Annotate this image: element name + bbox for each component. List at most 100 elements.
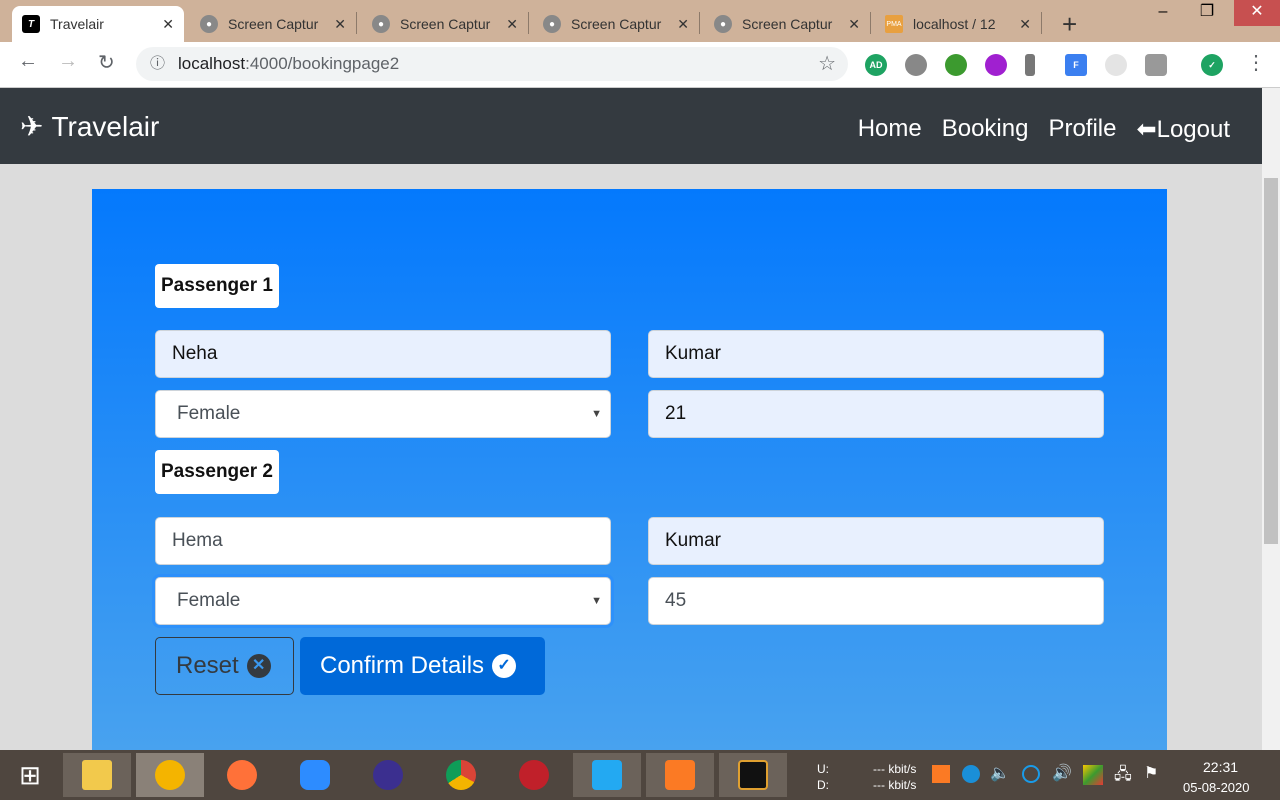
html-tree-extension-icon[interactable] (945, 54, 967, 76)
purple-extension-icon[interactable] (985, 54, 1007, 76)
close-window-button[interactable]: ✕ (1234, 0, 1280, 26)
gender-value: Female (177, 403, 241, 424)
passenger-2-label: Passenger 2 (155, 450, 279, 494)
new-tab-button[interactable]: + (1052, 6, 1087, 42)
grey-extension-icon[interactable] (1105, 54, 1127, 76)
gender-select[interactable]: Female ▼ (155, 390, 611, 438)
browser-app-icon[interactable] (136, 753, 204, 797)
dropdown-arrow-icon: ▼ (591, 595, 602, 607)
download-rate: --- kbit/s (873, 778, 917, 792)
tab-screen-capture[interactable]: ● Screen Captur ✕ (362, 6, 528, 42)
close-tab-icon[interactable]: ✕ (1019, 16, 1031, 33)
adguard-extension-icon[interactable]: AD (865, 54, 887, 76)
confirm-details-button[interactable]: Confirm Details ✓ (300, 637, 545, 695)
shield-extension-icon[interactable]: ✓ (1201, 54, 1223, 76)
nav-home[interactable]: Home (858, 115, 922, 144)
terminal-icon[interactable] (719, 753, 787, 797)
close-tab-icon[interactable]: ✕ (506, 16, 518, 33)
scrollbar-thumb[interactable] (1264, 178, 1278, 544)
tab-label: Screen Captur (400, 16, 491, 32)
app-icon[interactable] (354, 753, 422, 797)
url-bar[interactable]: ⓘ localhost:4000/bookingpage2 ☆ (136, 47, 848, 81)
volume-icon[interactable]: 🔊 (1052, 763, 1072, 783)
vscode-icon[interactable] (573, 753, 641, 797)
tab-label: Screen Captur (742, 16, 833, 32)
red-app-icon[interactable] (500, 753, 568, 797)
close-tab-icon[interactable]: ✕ (162, 16, 174, 33)
camera-extension-icon[interactable] (1145, 54, 1167, 76)
reset-button[interactable]: Reset ✕ (155, 637, 294, 695)
windows-taskbar: ⊞ U: D: --- kbit/s --- kbit/s 🔈 🔊 🖧 ⚑ 22… (0, 750, 1280, 800)
nav-profile[interactable]: Profile (1048, 115, 1116, 144)
zoom-icon[interactable] (281, 753, 349, 797)
tab-travelair[interactable]: T Travelair ✕ (12, 6, 184, 42)
confirm-label: Confirm Details (320, 652, 485, 679)
download-label: D: (817, 778, 829, 792)
info-icon: ⓘ (150, 55, 166, 72)
minimize-button[interactable]: – (1140, 0, 1186, 26)
tab-screen-capture[interactable]: ● Screen Captur ✕ (533, 6, 699, 42)
xampp-icon[interactable] (646, 753, 714, 797)
page-scrollbar[interactable] (1262, 88, 1280, 750)
maximize-button[interactable]: ❐ (1184, 0, 1230, 26)
network-icon[interactable]: 🖧 (1114, 763, 1132, 790)
menu-icon[interactable]: ⋮ (1246, 50, 1266, 75)
first-name-input[interactable]: Hema (155, 517, 611, 565)
booking-form-card: Passenger 1 Neha Kumar Female ▼ 21 Passen… (92, 189, 1167, 750)
camera-favicon-icon: ● (543, 15, 561, 33)
forward-icon[interactable]: → (58, 50, 78, 73)
close-tab-icon[interactable]: ✕ (848, 16, 860, 33)
camera-favicon-icon: ● (200, 15, 218, 33)
last-name-input[interactable]: Kumar (648, 330, 1104, 378)
url-path: :4000/bookingpage2 (245, 54, 400, 73)
action-center-flag-icon[interactable]: ⚑ (1144, 763, 1158, 783)
last-name-input[interactable]: Kumar (648, 517, 1104, 565)
site-navbar: ✈ Travelair Home Booking Profile ⬅Logout (0, 88, 1262, 164)
back-icon[interactable]: ← (18, 50, 38, 73)
upload-label: U: (817, 762, 829, 776)
url-host: localhost (178, 54, 246, 73)
pma-favicon-icon: PMA (885, 15, 903, 33)
logout-label: Logout (1156, 116, 1230, 143)
tray-app-icon[interactable] (962, 765, 980, 783)
age-input[interactable]: 45 (648, 577, 1104, 625)
tab-screen-capture[interactable]: ● Screen Captur ✕ (704, 6, 870, 42)
tab-screen-capture[interactable]: ● Screen Captur ✕ (190, 6, 356, 42)
dropdown-arrow-icon: ▼ (591, 408, 602, 420)
tab-label: Travelair (50, 16, 104, 32)
first-name-input[interactable]: Neha (155, 330, 611, 378)
gender-select[interactable]: Female ▼ (155, 577, 611, 625)
clock-date[interactable]: 05-08-2020 (1183, 780, 1250, 795)
start-windows-icon[interactable]: ⊞ (0, 753, 60, 797)
upload-rate: --- kbit/s (873, 762, 917, 776)
tab-phpmyadmin[interactable]: PMA localhost / 12 ✕ (875, 6, 1041, 42)
nav-booking[interactable]: Booking (942, 115, 1029, 144)
clock-time[interactable]: 22:31 (1203, 759, 1238, 775)
times-circle-icon: ✕ (246, 654, 271, 678)
close-tab-icon[interactable]: ✕ (677, 16, 689, 33)
file-explorer-icon[interactable] (63, 753, 131, 797)
reload-icon[interactable]: ↻ (98, 50, 115, 75)
check-circle-icon: ✓ (492, 654, 517, 678)
f-extension-icon[interactable]: F (1065, 54, 1087, 76)
chrome-icon[interactable] (427, 753, 495, 797)
passenger-1-label: Passenger 1 (155, 264, 279, 308)
brand-logo[interactable]: ✈ Travelair (20, 110, 159, 143)
bug-extension-icon[interactable] (905, 54, 927, 76)
brand-name: Travelair (51, 110, 160, 142)
gender-value: Female (177, 590, 241, 611)
bookmark-star-icon[interactable]: ☆ (818, 47, 836, 81)
c-tray-icon[interactable] (1022, 765, 1040, 783)
tab-label: Screen Captur (571, 16, 662, 32)
nav-logout[interactable]: ⬅Logout (1136, 115, 1230, 144)
tab-label: Screen Captur (228, 16, 319, 32)
age-input[interactable]: 21 (648, 390, 1104, 438)
xampp-tray-icon[interactable] (932, 765, 950, 783)
tab-label: localhost / 12 (913, 16, 996, 32)
firefox-icon[interactable] (208, 753, 276, 797)
close-tab-icon[interactable]: ✕ (334, 16, 346, 33)
speaker-tray-icon[interactable]: 🔈 (990, 763, 1010, 783)
camera-favicon-icon: ● (372, 15, 390, 33)
eyedropper-extension-icon[interactable] (1025, 54, 1035, 76)
avg-tray-icon[interactable] (1083, 765, 1103, 785)
